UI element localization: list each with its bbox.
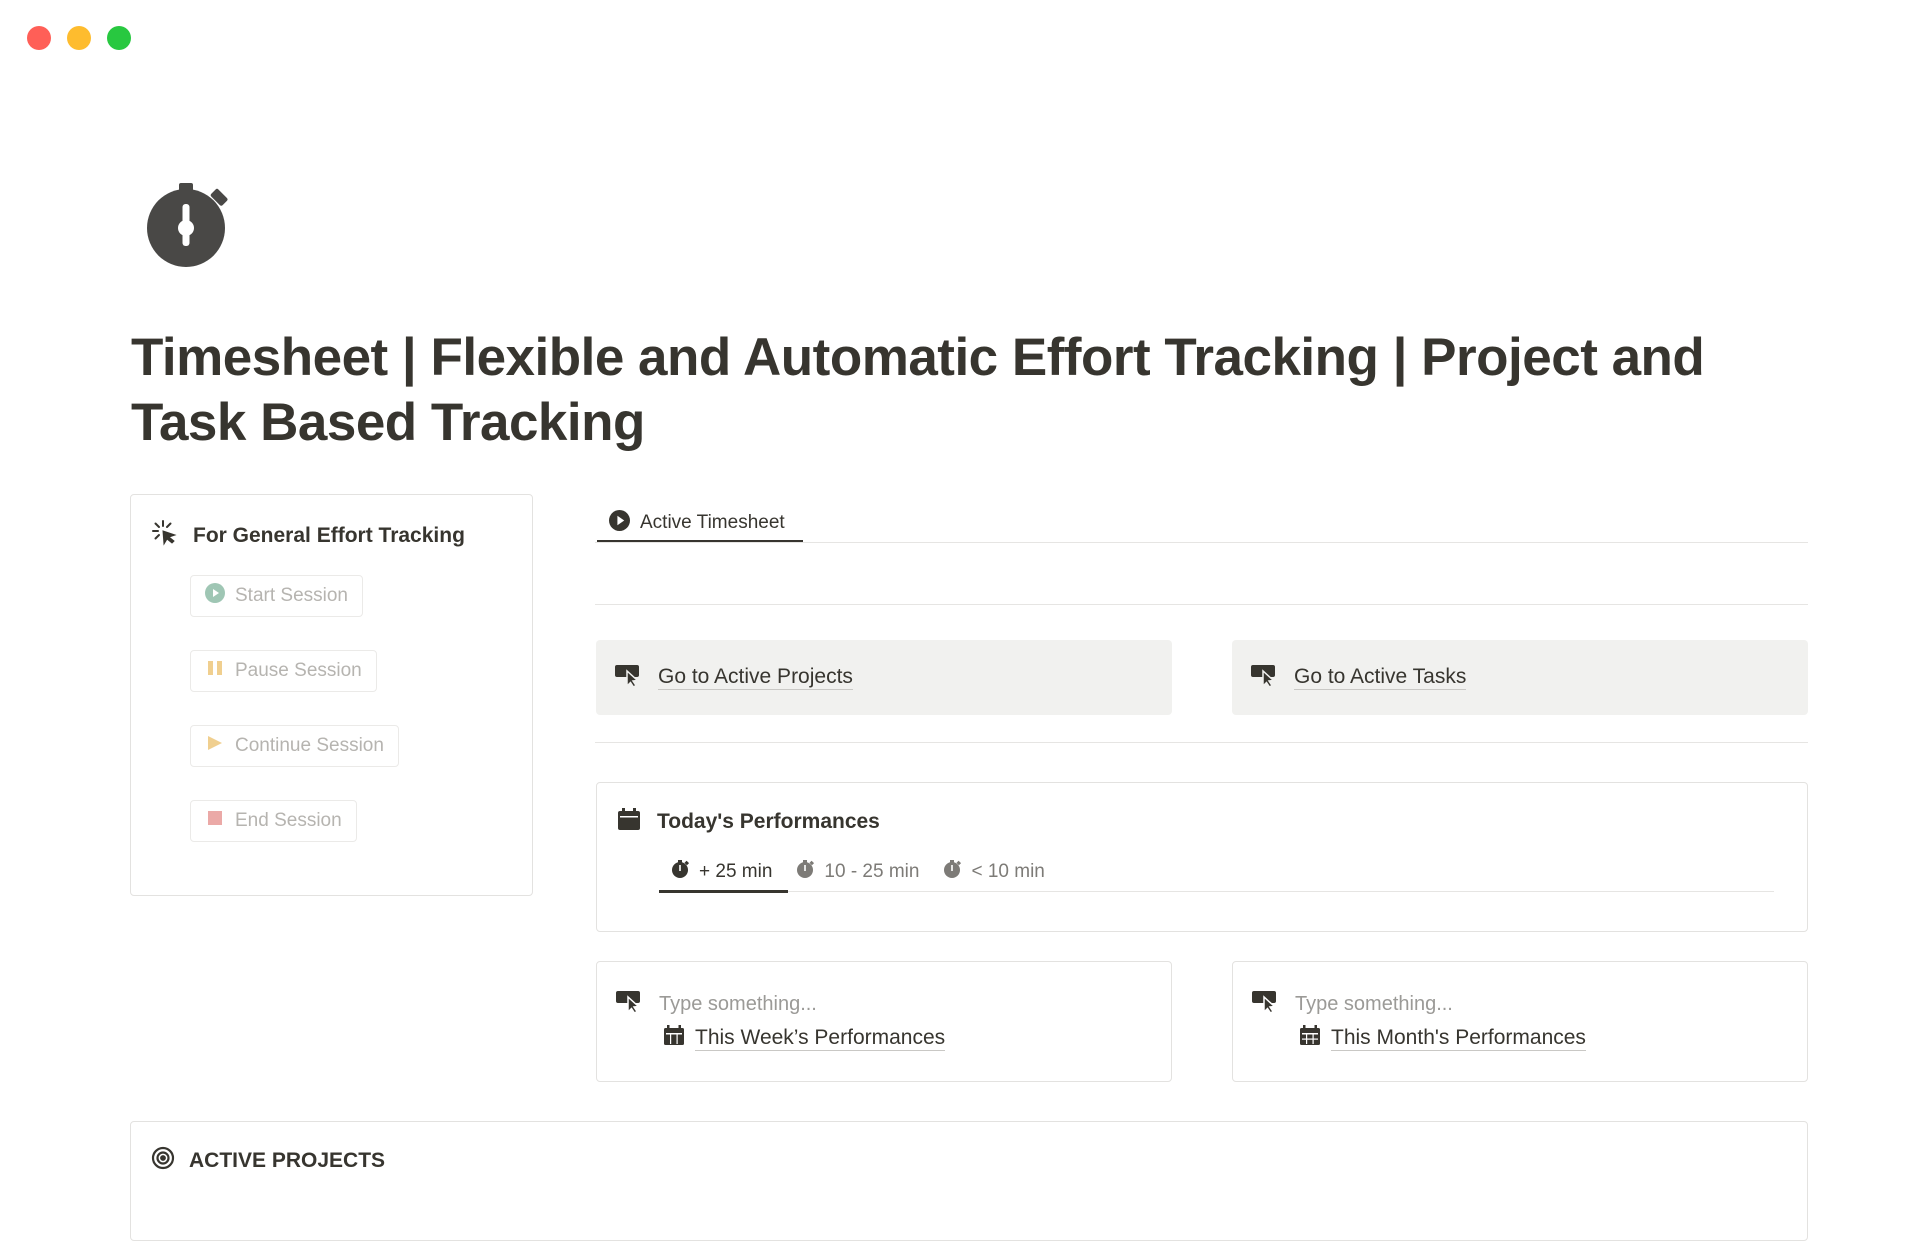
end-session-button[interactable]: End Session [190, 800, 357, 842]
stopwatch-icon [943, 859, 963, 885]
filter-10-25-min[interactable]: 10 - 25 min [784, 855, 931, 893]
filter-label: 10 - 25 min [824, 861, 920, 882]
todays-performances-title: Today's Performances [657, 810, 880, 833]
time-filter-tabs: + 25 min 10 - 25 min < 10 min [659, 855, 1057, 893]
stop-icon [205, 808, 225, 834]
page-title: Timesheet | Flexible and Automatic Effor… [131, 328, 1705, 452]
end-session-label: End Session [235, 810, 342, 831]
go-to-active-projects-link[interactable]: Go to Active Projects [596, 640, 1172, 715]
window-minimize-button[interactable] [67, 26, 91, 50]
filter-divider [659, 891, 1774, 892]
week-input-row[interactable]: Type something... [615, 988, 817, 1020]
start-session-button[interactable]: Start Session [190, 575, 363, 617]
calendar-month-icon [1299, 1024, 1321, 1052]
pointer-icon [615, 988, 643, 1020]
week-placeholder: Type something... [659, 992, 817, 1015]
click-sparkle-icon [151, 519, 179, 552]
window-close-button[interactable] [27, 26, 51, 50]
todays-performances-card: Today's Performances + 25 min 10 - 25 mi… [596, 782, 1808, 932]
this-month-card: Type something... This Month's Performan… [1232, 961, 1808, 1082]
pause-icon [205, 658, 225, 684]
continue-session-button[interactable]: Continue Session [190, 725, 399, 767]
start-session-label: Start Session [235, 585, 348, 606]
pointer-icon [1251, 988, 1279, 1020]
general-tracking-card: For General Effort Tracking Start Sessio… [130, 494, 533, 896]
this-week-performances-label: This Week’s Performances [695, 1025, 946, 1051]
this-week-card: Type something... This Week’s Performanc… [596, 961, 1172, 1082]
pause-session-label: Pause Session [235, 660, 362, 681]
play-icon [205, 733, 225, 759]
continue-session-label: Continue Session [235, 735, 384, 756]
filter-active-indicator [659, 890, 788, 893]
tab-active-timesheet[interactable]: Active Timesheet [597, 503, 797, 543]
stopwatch-icon [671, 859, 691, 885]
this-week-performances-link[interactable]: This Week’s Performances [663, 1024, 946, 1052]
general-tracking-title: For General Effort Tracking [193, 523, 465, 547]
stopwatch-icon [796, 859, 816, 885]
filter-over-25-min[interactable]: + 25 min [659, 855, 784, 893]
play-circle-icon [205, 583, 225, 609]
general-tracking-header: For General Effort Tracking [151, 519, 465, 552]
go-to-active-tasks-link[interactable]: Go to Active Tasks [1232, 640, 1808, 715]
tabs-divider [595, 542, 1808, 543]
go-to-active-tasks-label: Go to Active Tasks [1294, 665, 1467, 690]
active-projects-card: ACTIVE PROJECTS [130, 1121, 1808, 1241]
filter-label: < 10 min [971, 861, 1045, 882]
active-projects-header: ACTIVE PROJECTS [151, 1146, 385, 1176]
pause-session-button[interactable]: Pause Session [190, 650, 377, 692]
pointer-icon [1250, 662, 1278, 693]
month-placeholder: Type something... [1295, 992, 1453, 1015]
play-circle-icon [609, 509, 630, 537]
go-to-active-projects-label: Go to Active Projects [658, 665, 853, 690]
filter-under-10-min[interactable]: < 10 min [931, 855, 1056, 893]
calendar-week-icon [663, 1024, 685, 1052]
this-month-performances-link[interactable]: This Month's Performances [1299, 1024, 1586, 1052]
month-input-row[interactable]: Type something... [1251, 988, 1453, 1020]
tab-label: Active Timesheet [640, 512, 785, 533]
calendar-icon [617, 807, 641, 837]
filter-label: + 25 min [699, 861, 773, 882]
todays-performances-header: Today's Performances [617, 807, 880, 837]
section-divider [595, 604, 1808, 605]
this-month-performances-label: This Month's Performances [1331, 1025, 1586, 1051]
section-divider [595, 742, 1808, 743]
active-projects-title: ACTIVE PROJECTS [189, 1149, 386, 1172]
pointer-icon [614, 662, 642, 693]
window-zoom-button[interactable] [107, 26, 131, 50]
target-icon [151, 1146, 175, 1176]
stopwatch-icon[interactable] [145, 176, 240, 271]
